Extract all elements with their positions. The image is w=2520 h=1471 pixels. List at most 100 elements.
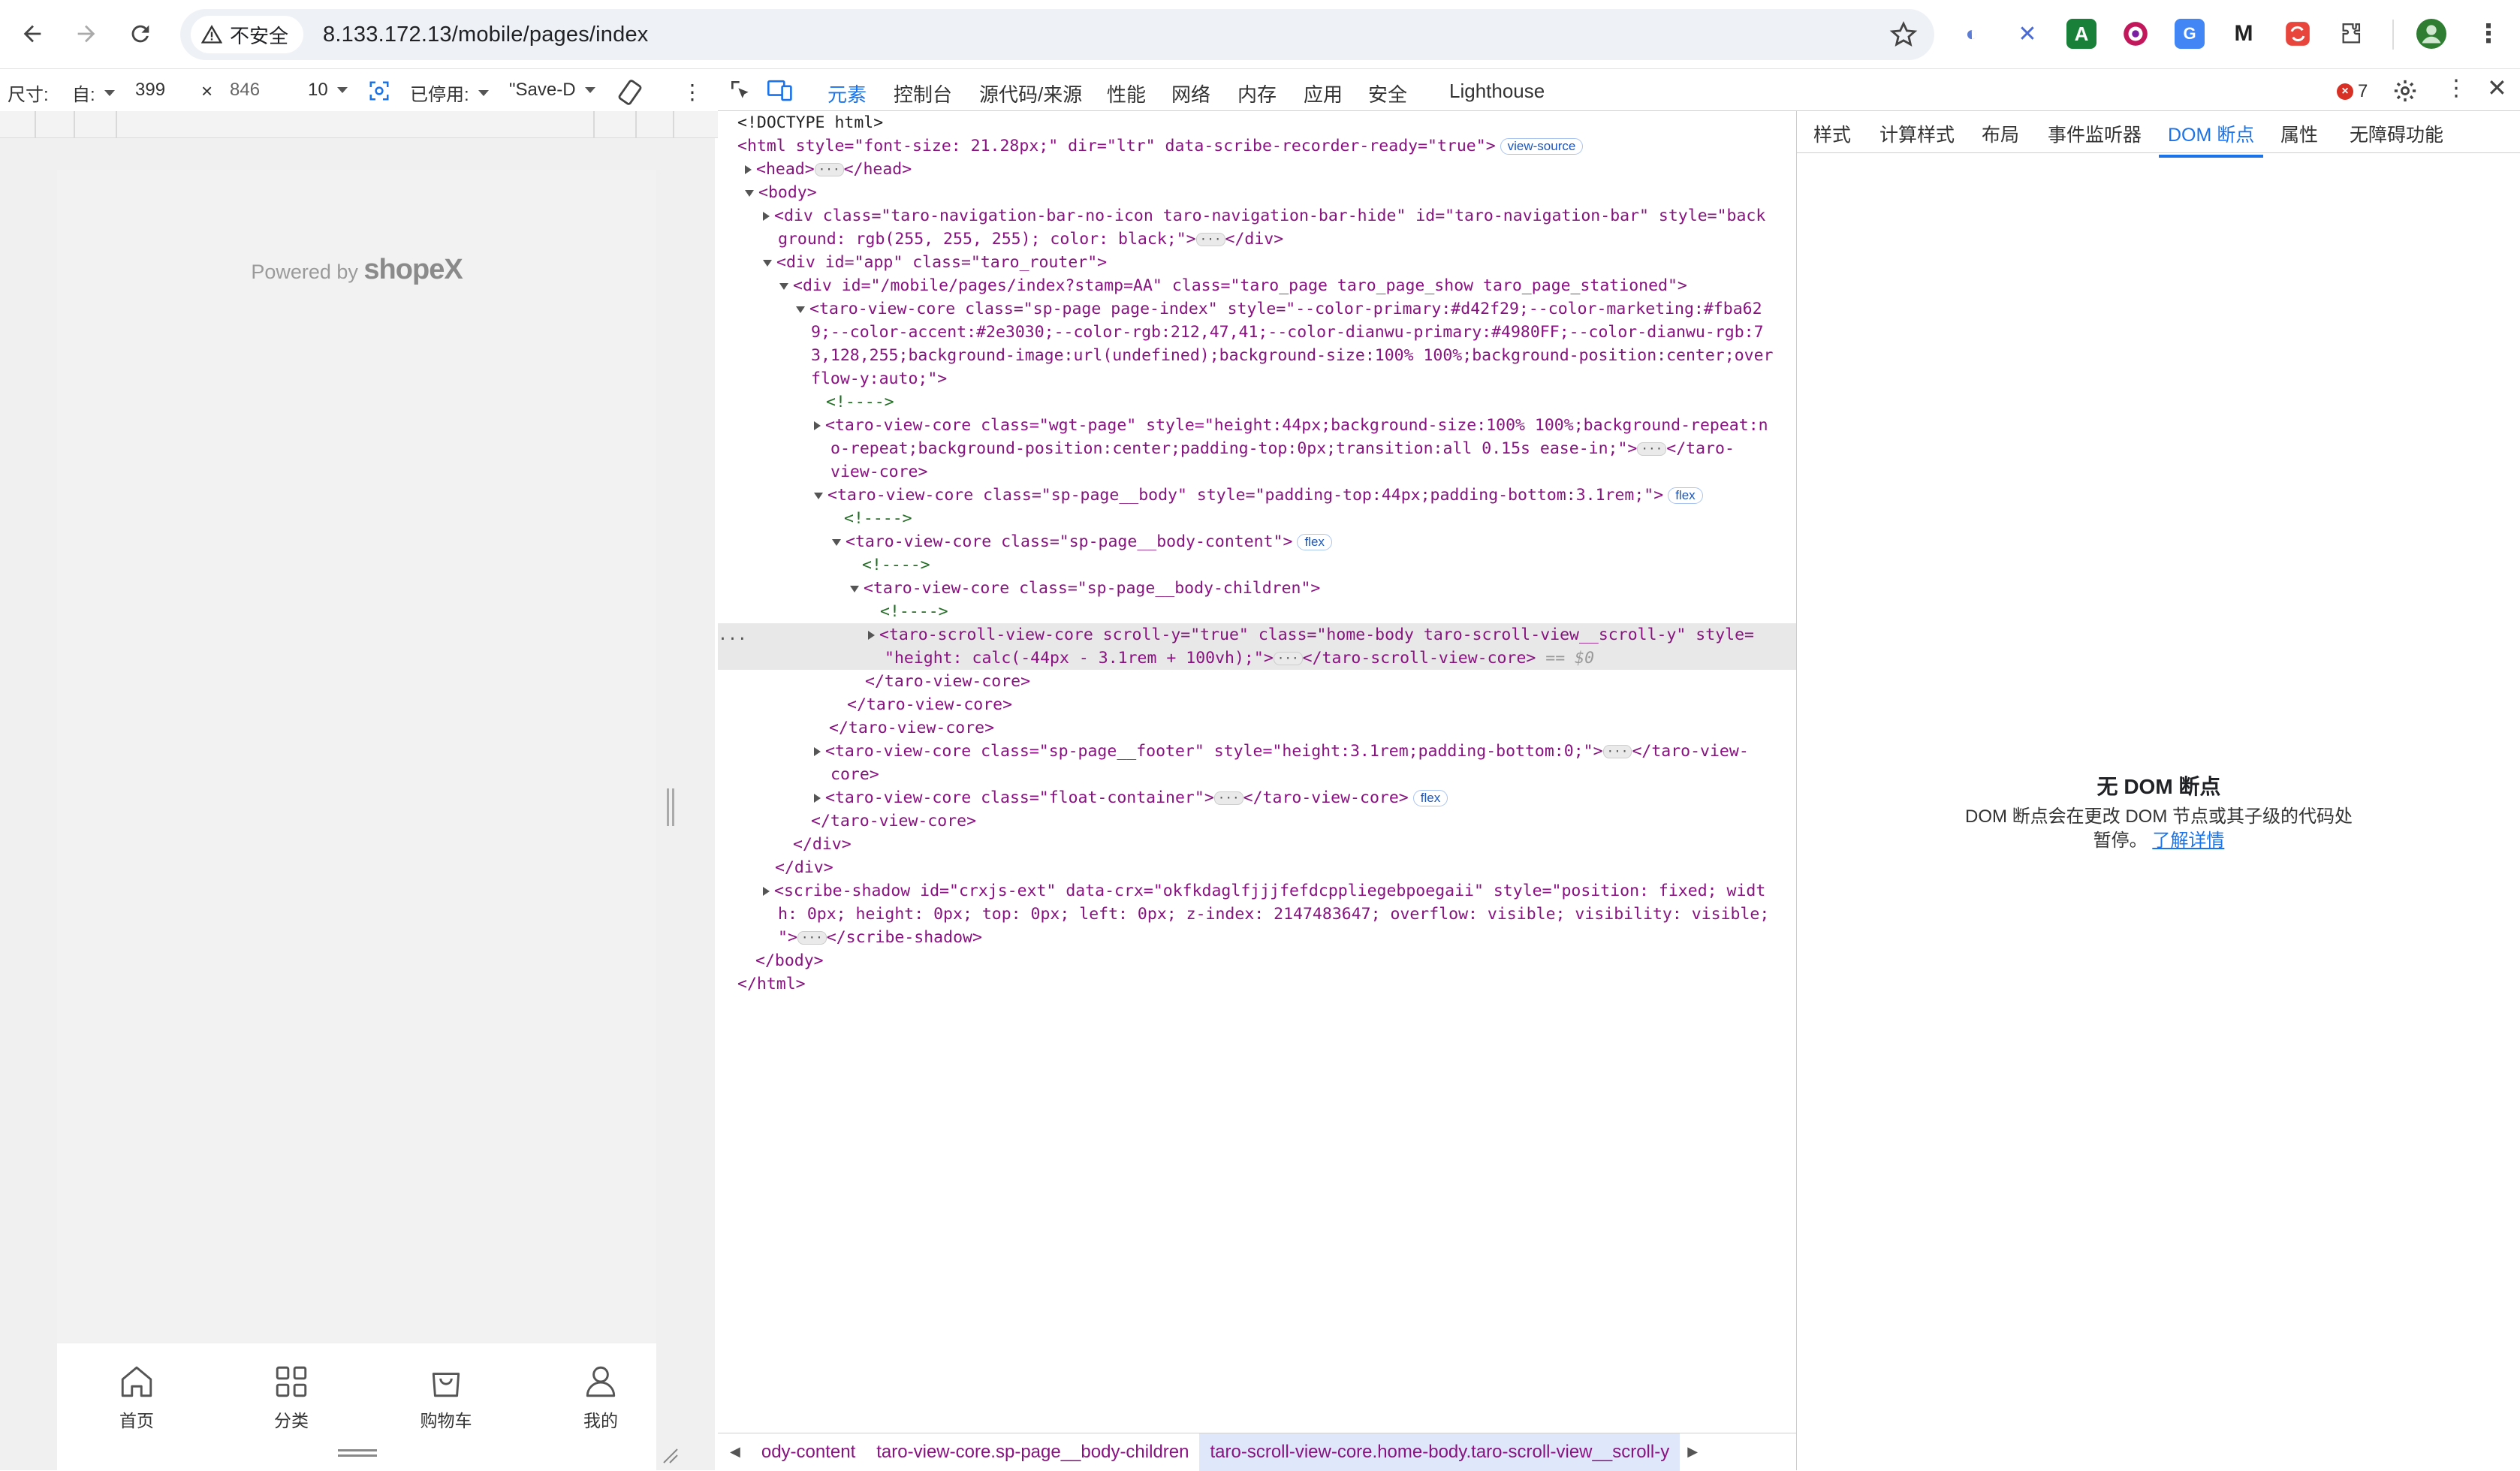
device-more-icon[interactable]: ⋮ <box>682 80 703 104</box>
device-bottom-resize-handle[interactable] <box>338 1449 377 1457</box>
tab-home[interactable]: 首页 <box>62 1363 212 1432</box>
expand-arrow-icon[interactable] <box>763 887 770 896</box>
corner-resize-icon[interactable] <box>661 1446 679 1464</box>
collapse-arrow-icon[interactable] <box>832 538 841 546</box>
collapse-arrow-icon[interactable] <box>763 259 772 267</box>
inspect-element-icon[interactable] <box>728 78 752 102</box>
dom-line[interactable]: core> <box>718 763 1796 786</box>
settings-gear-icon[interactable] <box>2392 78 2418 104</box>
tab-cart[interactable]: 购物车 <box>371 1363 521 1432</box>
dom-line[interactable]: </div> <box>718 833 1796 856</box>
dom-line[interactable]: o-repeat;background-position:center;padd… <box>718 437 1796 460</box>
ellipsis-badge[interactable]: ··· <box>797 931 827 945</box>
breadcrumb-scroll-right-icon[interactable]: ▶ <box>1680 1444 1705 1460</box>
dom-line[interactable]: </body> <box>718 949 1796 972</box>
breadcrumb-item[interactable]: taro-view-core.sp-page__body-children <box>866 1442 1199 1463</box>
dom-line[interactable]: <!DOCTYPE html> <box>718 111 1796 134</box>
ellipsis-badge[interactable]: ··· <box>1273 652 1303 665</box>
error-count-badge[interactable]: × 7 <box>2337 81 2368 102</box>
dom-line[interactable]: "height: calc(-44px - 3.1rem + 100vh);">… <box>718 647 1796 670</box>
capture-screenshot-icon[interactable] <box>368 80 390 102</box>
dom-line[interactable]: </taro-view-core> <box>718 670 1796 693</box>
ellipsis-badge[interactable]: ··· <box>1602 745 1632 758</box>
page-content[interactable]: Powered by shopeX <box>57 170 656 1343</box>
tab-category[interactable]: 分类 <box>216 1363 366 1432</box>
dom-line[interactable]: <div id="/mobile/pages/index?stamp=AA" c… <box>718 274 1796 297</box>
dom-line[interactable]: <taro-view-core class="wgt-page" style="… <box>718 414 1796 437</box>
dom-line[interactable]: <html style="font-size: 21.28px;" dir="l… <box>718 134 1796 158</box>
dom-line[interactable]: view-core> <box>718 460 1796 484</box>
device-toggle-icon[interactable] <box>767 78 793 102</box>
ellipsis-badge[interactable]: ··· <box>1195 233 1225 246</box>
dom-line[interactable]: ground: rgb(255, 255, 255); color: black… <box>718 228 1796 251</box>
tab-security[interactable]: 安全 <box>1368 80 1407 107</box>
dom-line[interactable]: <taro-view-core class="sp-page__body" st… <box>718 484 1796 507</box>
ellipsis-badge[interactable]: ··· <box>1213 791 1243 805</box>
dom-line[interactable]: </div> <box>718 856 1796 879</box>
tab-elements[interactable]: 元素 <box>824 80 870 118</box>
dom-line[interactable]: <taro-view-core class="sp-page__body-chi… <box>718 577 1796 600</box>
extension-a-icon[interactable]: A <box>2066 19 2096 49</box>
tab-performance[interactable]: 性能 <box>1107 80 1146 107</box>
save-data-select[interactable]: "Save-D <box>509 80 595 101</box>
extension-sync-icon[interactable] <box>2283 19 2313 49</box>
expand-arrow-icon[interactable] <box>814 747 821 756</box>
dom-line[interactable]: <div class="taro-navigation-bar-no-icon … <box>718 204 1796 228</box>
ellipsis-badge[interactable]: ··· <box>1637 442 1667 456</box>
expand-arrow-icon[interactable] <box>814 794 821 803</box>
flex-badge[interactable]: flex <box>1297 534 1332 550</box>
devtools-more-icon[interactable]: ⋮ <box>2445 75 2467 101</box>
reload-button[interactable] <box>122 15 159 53</box>
tab-network[interactable]: 网络 <box>1171 80 1210 107</box>
dom-line[interactable]: <taro-view-core class="sp-page__footer" … <box>718 740 1796 763</box>
security-chip[interactable]: 不安全 <box>191 16 304 53</box>
flex-badge[interactable]: flex <box>1668 487 1703 504</box>
url-text[interactable]: 8.133.172.13/mobile/pages/index <box>323 23 648 47</box>
view-source-badge[interactable]: view-source <box>1500 138 1584 155</box>
tab-application[interactable]: 应用 <box>1304 80 1343 107</box>
tab-dom-breakpoints[interactable]: DOM 断点 <box>2158 120 2264 158</box>
extensions-puzzle-icon[interactable] <box>2337 19 2367 49</box>
learn-more-link[interactable]: 了解详情 <box>2152 830 2224 851</box>
dom-comment[interactable]: <!----> <box>718 553 1796 577</box>
device-side-resize-handle[interactable] <box>667 788 674 826</box>
extension-color-icon[interactable] <box>2121 19 2151 49</box>
tab-computed[interactable]: 计算样式 <box>1879 120 1955 147</box>
dom-line[interactable]: <scribe-shadow id="crxjs-ext" data-crx="… <box>718 879 1796 903</box>
dom-line[interactable]: flow-y:auto;"> <box>718 367 1796 390</box>
extension-1-icon[interactable]: ◐ <box>1957 19 1987 49</box>
extension-x-icon[interactable]: ✕ <box>2012 19 2042 49</box>
dom-line[interactable]: 3,128,255;background-image:url(undefined… <box>718 344 1796 367</box>
dom-line[interactable]: 9;--color-accent:#2e3030;--color-rgb:212… <box>718 321 1796 344</box>
close-devtools-icon[interactable]: ✕ <box>2487 74 2507 102</box>
browser-menu-icon[interactable]: ⋮ <box>2473 19 2503 49</box>
extension-m-icon[interactable]: M <box>2229 19 2259 49</box>
expand-arrow-icon[interactable] <box>763 212 770 221</box>
tab-accessibility[interactable]: 无障碍功能 <box>2350 120 2443 147</box>
tab-sources[interactable]: 源代码/来源 <box>979 80 1082 107</box>
zoom-select[interactable]: 10 <box>308 80 348 101</box>
breadcrumb-item-active[interactable]: taro-scroll-view-core.home-body.taro-scr… <box>1199 1433 1681 1471</box>
dom-line[interactable]: <taro-view-core class="float-container">… <box>718 786 1796 809</box>
ellipsis-badge[interactable]: ··· <box>814 163 844 176</box>
dom-line[interactable]: <head> ··· </head> <box>718 158 1796 181</box>
back-button[interactable] <box>14 15 51 53</box>
dom-comment[interactable]: <!----> <box>718 600 1796 623</box>
dom-line[interactable]: </taro-view-core> <box>718 693 1796 716</box>
dom-comment[interactable]: <!----> <box>718 390 1796 414</box>
collapse-arrow-icon[interactable] <box>796 306 805 313</box>
address-bar[interactable]: 不安全 8.133.172.13/mobile/pages/index <box>180 9 1934 60</box>
breadcrumb-scroll-left-icon[interactable]: ◀ <box>718 1444 751 1460</box>
dom-line[interactable]: "> ··· </scribe-shadow> <box>718 926 1796 949</box>
dom-line[interactable]: h: 0px; height: 0px; top: 0px; left: 0px… <box>718 903 1796 926</box>
device-preset-select[interactable]: 自: <box>72 80 115 106</box>
profile-avatar[interactable] <box>2416 19 2446 49</box>
rotate-icon[interactable] <box>617 80 643 105</box>
tab-properties[interactable]: 属性 <box>2280 120 2318 147</box>
dom-line[interactable]: <div id="app" class="taro_router"> <box>718 251 1796 274</box>
width-input[interactable]: 399 <box>135 80 165 101</box>
expand-arrow-icon[interactable] <box>745 165 752 174</box>
dom-line[interactable]: </taro-view-core> <box>718 809 1796 833</box>
dom-line[interactable]: </html> <box>718 972 1796 996</box>
tab-layout[interactable]: 布局 <box>1982 120 2019 147</box>
